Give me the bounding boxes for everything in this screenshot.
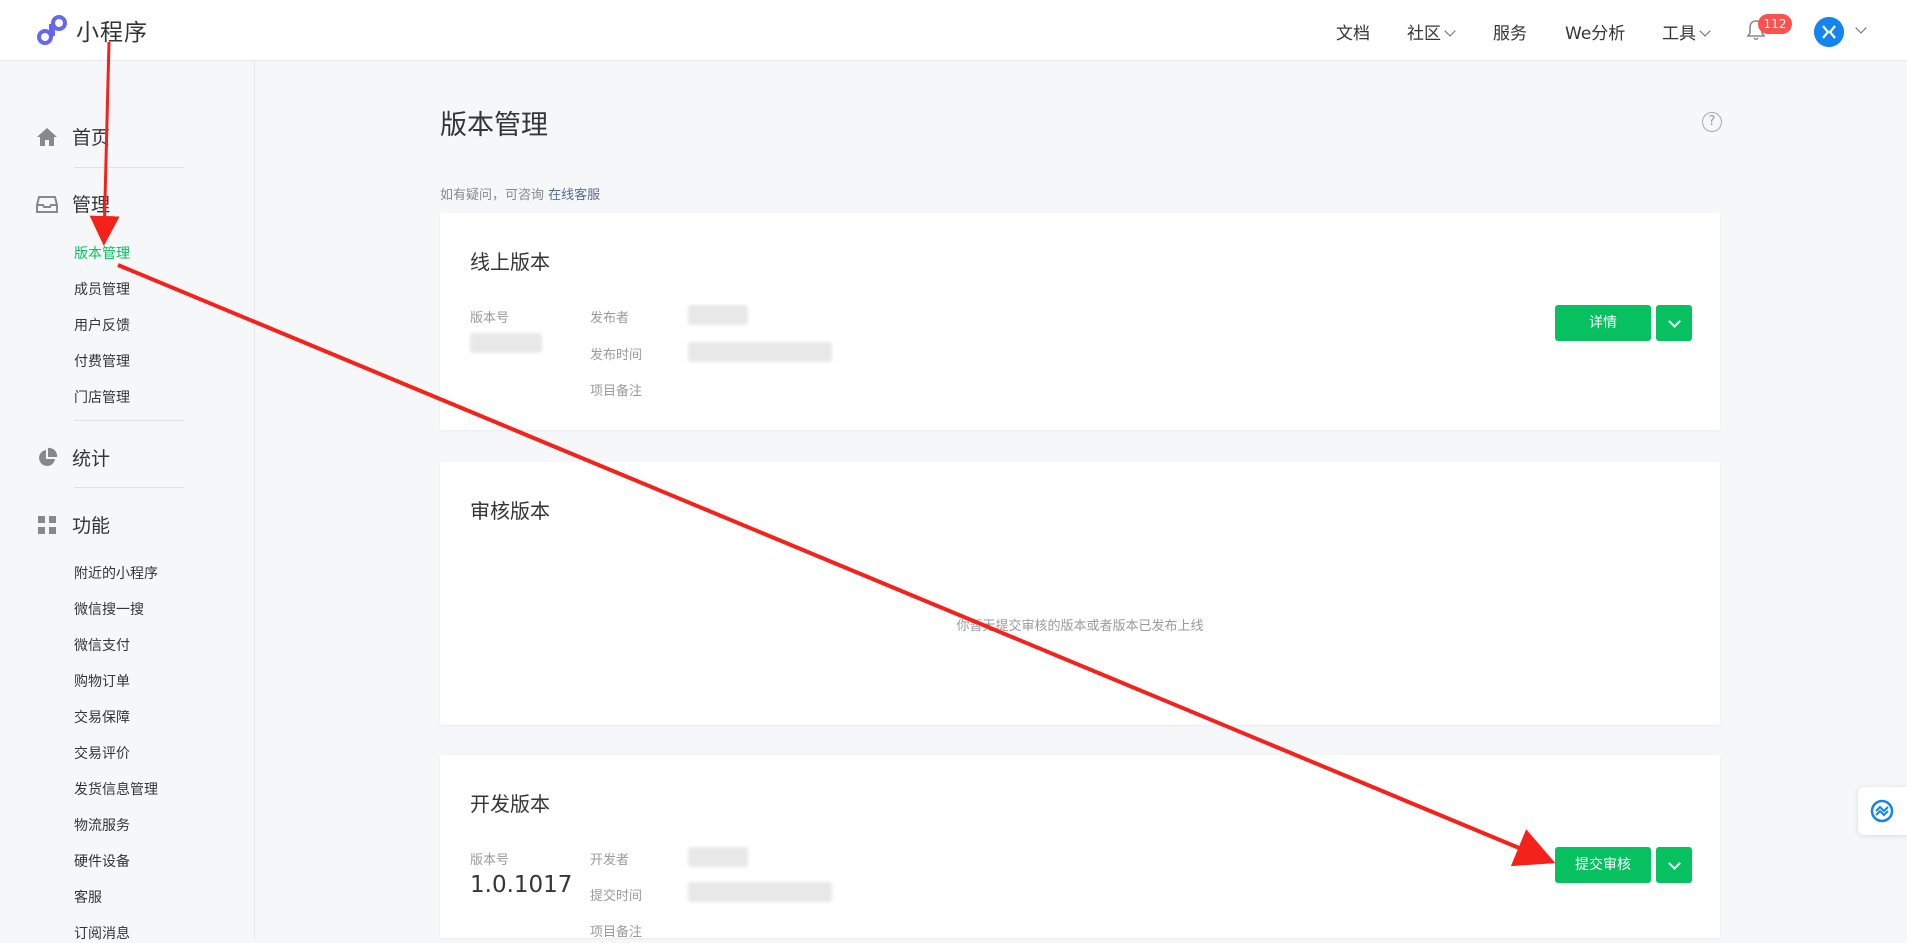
sidebar-item-shipping-info[interactable]: 发货信息管理 bbox=[74, 779, 158, 799]
publish-time-label: 发布时间 bbox=[590, 348, 643, 363]
sidebar-item-features[interactable]: 功能 bbox=[36, 511, 110, 538]
redacted-version bbox=[470, 333, 542, 353]
submit-time-label: 提交时间 bbox=[590, 889, 643, 904]
home-icon bbox=[37, 127, 57, 146]
online-version-title: 线上版本 bbox=[470, 250, 550, 274]
sidebar-item-trade-review[interactable]: 交易评价 bbox=[74, 743, 130, 763]
sidebar-item-feedback[interactable]: 用户反馈 bbox=[74, 315, 130, 335]
sidebar-item-members[interactable]: 成员管理 bbox=[74, 279, 130, 299]
redacted-developer bbox=[688, 847, 748, 867]
sidebar-item-wechat-pay[interactable]: 微信支付 bbox=[74, 635, 130, 655]
mini-program-logo-icon bbox=[37, 15, 67, 45]
support-icon bbox=[1870, 799, 1894, 823]
nav-docs[interactable]: 文档 bbox=[1336, 19, 1370, 44]
logo[interactable]: 小程序 bbox=[36, 13, 148, 47]
account-chevron-down-icon[interactable] bbox=[1855, 22, 1867, 34]
nav-we-analytics[interactable]: We分析 bbox=[1565, 19, 1625, 44]
sidebar-divider bbox=[74, 487, 184, 488]
sidebar-item-hardware[interactable]: 硬件设备 bbox=[74, 851, 130, 871]
review-empty-text: 你暂无提交审核的版本或者版本已发布上线 bbox=[956, 619, 1204, 634]
online-support-link[interactable]: 在线客服 bbox=[548, 188, 600, 203]
help-tip: 如有疑问，可咨询 在线客服 bbox=[440, 188, 601, 203]
publisher-label: 发布者 bbox=[590, 311, 630, 326]
sidebar-item-stores[interactable]: 门店管理 bbox=[74, 387, 130, 407]
chevron-down-icon bbox=[1699, 25, 1711, 37]
sidebar-divider bbox=[74, 167, 184, 168]
redacted-publisher bbox=[688, 305, 748, 325]
submit-review-button[interactable]: 提交审核 bbox=[1555, 847, 1651, 883]
remark-label: 项目备注 bbox=[590, 925, 643, 940]
pie-chart-icon bbox=[39, 447, 58, 466]
sidebar-item-orders[interactable]: 购物订单 bbox=[74, 671, 130, 691]
review-version-title: 审核版本 bbox=[470, 499, 550, 523]
redacted-publish-time bbox=[688, 342, 832, 362]
sidebar-item-nearby[interactable]: 附近的小程序 bbox=[74, 563, 158, 583]
nav-tools[interactable]: 工具 bbox=[1662, 19, 1711, 44]
sidebar-item-statistics[interactable]: 统计 bbox=[36, 444, 110, 471]
notification-badge: 112 bbox=[1758, 14, 1792, 34]
chevron-down-icon bbox=[1668, 857, 1681, 870]
inbox-icon bbox=[36, 195, 58, 213]
online-version-card: 线上版本 版本号 发布者 发布时间 项目备注 详情 bbox=[440, 213, 1720, 430]
help-icon[interactable]: ? bbox=[1702, 112, 1722, 132]
sidebar-item-customer-service[interactable]: 客服 bbox=[74, 887, 102, 907]
sidebar-item-trade-guarantee[interactable]: 交易保障 bbox=[74, 707, 130, 727]
version-label: 版本号 bbox=[470, 853, 510, 868]
sidebar-item-wechat-search[interactable]: 微信搜一搜 bbox=[74, 599, 144, 619]
redacted-submit-time bbox=[688, 882, 832, 902]
review-version-card: 审核版本 你暂无提交审核的版本或者版本已发布上线 bbox=[440, 462, 1720, 725]
dev-version-number: 1.0.1017 bbox=[470, 872, 573, 898]
grid-icon bbox=[38, 515, 56, 534]
dev-more-dropdown[interactable] bbox=[1656, 847, 1692, 883]
sidebar-item-version-management[interactable]: 版本管理 bbox=[74, 243, 130, 263]
developer-label: 开发者 bbox=[590, 853, 630, 868]
sidebar-item-logistics[interactable]: 物流服务 bbox=[74, 815, 130, 835]
nav-community[interactable]: 社区 bbox=[1407, 19, 1456, 44]
app-name: 小程序 bbox=[76, 20, 148, 46]
sidebar-divider bbox=[74, 420, 184, 421]
page-title: 版本管理 bbox=[440, 110, 548, 141]
sidebar-item-home[interactable]: 首页 bbox=[36, 123, 110, 150]
chevron-down-icon bbox=[1444, 25, 1456, 37]
top-bar: 小程序 文档 社区 服务 We分析 工具 112 bbox=[0, 0, 1907, 61]
online-more-dropdown[interactable] bbox=[1656, 305, 1692, 341]
dev-version-title: 开发版本 bbox=[470, 792, 550, 816]
sidebar-item-manage[interactable]: 管理 bbox=[36, 190, 110, 217]
chevron-down-icon bbox=[1668, 315, 1681, 328]
user-avatar-icon[interactable] bbox=[1814, 17, 1844, 47]
floating-support-button[interactable] bbox=[1858, 787, 1907, 835]
sidebar-item-subscription[interactable]: 订阅消息 bbox=[74, 923, 130, 943]
sidebar-item-payment[interactable]: 付费管理 bbox=[74, 351, 130, 371]
remark-label: 项目备注 bbox=[590, 384, 643, 399]
nav-services[interactable]: 服务 bbox=[1493, 19, 1527, 44]
dev-version-card: 开发版本 版本号 1.0.1017 开发者 提交时间 项目备注 提交审核 bbox=[440, 755, 1720, 940]
details-button[interactable]: 详情 bbox=[1555, 305, 1651, 341]
version-label: 版本号 bbox=[470, 311, 510, 326]
